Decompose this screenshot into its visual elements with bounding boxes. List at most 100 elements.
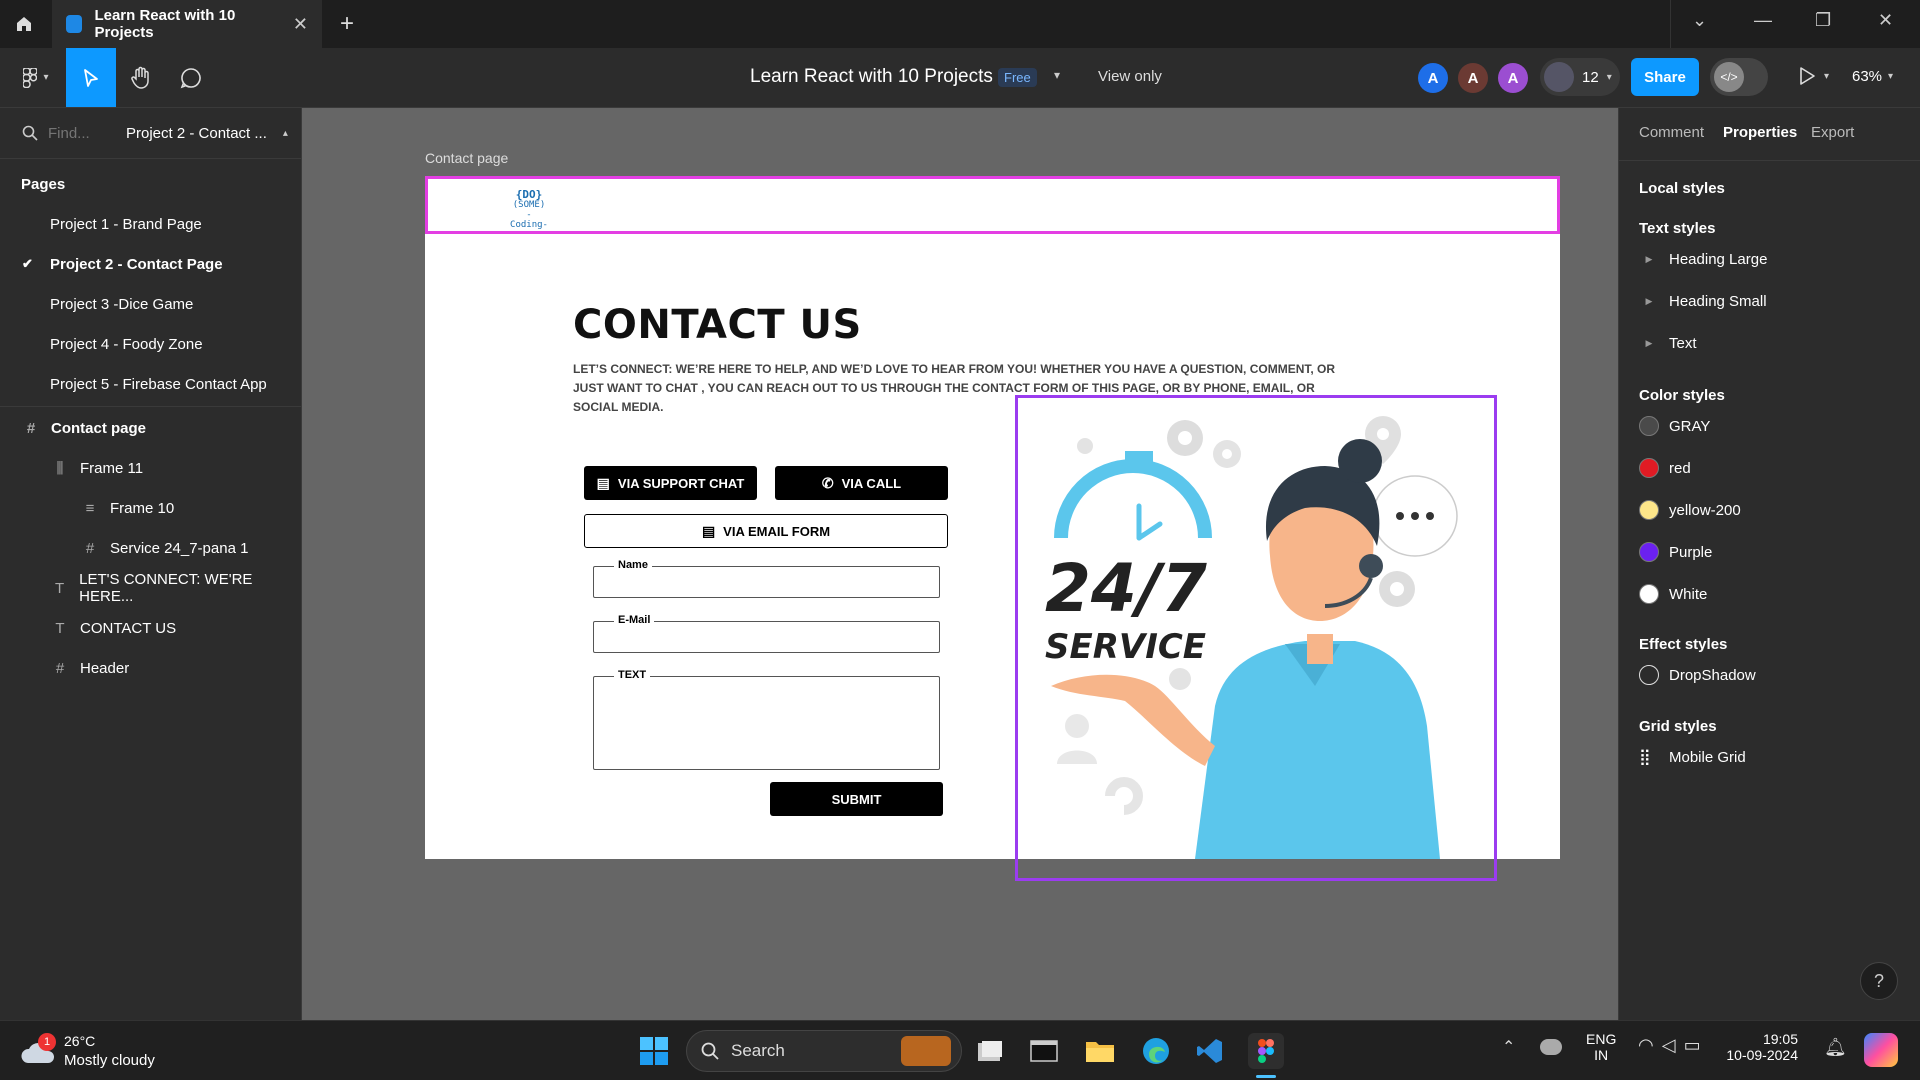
weather-widget[interactable]: 1 26°C Mostly cloudy [20, 1031, 180, 1071]
share-button[interactable]: Share [1631, 58, 1699, 96]
layer-row[interactable]: ≡ Frame 10 [0, 488, 301, 528]
layer-search[interactable]: Project 2 - Contact ... ▴ [0, 113, 301, 153]
vscode-app[interactable] [1192, 1033, 1228, 1069]
support-chat-button[interactable]: ▤ VIA SUPPORT CHAT [584, 466, 757, 500]
search-highlight-icon [901, 1036, 951, 1066]
effect-style-item[interactable]: DropShadow [1639, 660, 1909, 690]
email-form-button[interactable]: ▤ VIA EMAIL FORM [584, 514, 948, 548]
color-style-item[interactable]: red [1639, 453, 1909, 483]
file-menu-chevron-icon[interactable]: ▾ [1054, 68, 1060, 82]
style-label: Text [1669, 334, 1697, 352]
folder-icon [1086, 1042, 1114, 1062]
color-swatch [1639, 584, 1659, 604]
tab-title: Learn React with 10 Projects [94, 7, 236, 41]
color-style-item[interactable]: GRAY [1639, 411, 1909, 441]
caret-right-icon: ▶ [1645, 253, 1653, 264]
comment-tool-button[interactable] [166, 48, 216, 107]
volume-icon: ◁ [1661, 1035, 1684, 1055]
layer-label: Contact page [51, 419, 147, 437]
color-style-item[interactable]: White [1639, 579, 1909, 609]
current-page-selector[interactable]: Project 2 - Contact ... [126, 125, 267, 142]
help-button[interactable]: ? [1860, 962, 1898, 1000]
new-tab-button[interactable]: + [340, 10, 354, 38]
zoom-menu[interactable]: 63% ▾ [1852, 68, 1893, 85]
search-input[interactable] [48, 124, 108, 142]
file-tab[interactable]: Learn React with 10 Projects ✕ [52, 0, 322, 48]
figma-logo-icon [1258, 1039, 1274, 1063]
onedrive-icon[interactable] [1540, 1039, 1562, 1055]
time: 19:05 [1762, 1031, 1798, 1047]
page-item[interactable]: Project 4 - Foody Zone [0, 324, 301, 364]
chevron-up-icon[interactable]: ▴ [283, 128, 288, 139]
color-swatch [1639, 416, 1659, 436]
hand-tool-button[interactable] [116, 48, 166, 107]
layer-row[interactable]: ⫼ Frame 11 [0, 448, 301, 488]
email-field[interactable]: E-Mail [593, 614, 940, 653]
tab-comment[interactable]: Comment [1639, 124, 1704, 141]
caret-right-icon: ▶ [1645, 337, 1653, 348]
restore-button[interactable]: ❐ [1815, 10, 1831, 31]
page-item-selected[interactable]: ✔ Project 2 - Contact Page [0, 244, 301, 284]
layer-row[interactable]: # Service 24_7-pana 1 [0, 528, 301, 568]
layer-row[interactable]: T LET'S CONNECT: WE'RE HERE... [0, 568, 301, 608]
color-style-item[interactable]: yellow-200 [1639, 495, 1909, 525]
main-menu-button[interactable]: ▾ [8, 48, 64, 107]
effect-styles-heading: Effect styles [1639, 636, 1728, 653]
avatar[interactable]: A [1458, 63, 1488, 93]
call-button[interactable]: ✆ VIA CALL [775, 466, 948, 500]
edge-browser-app[interactable] [1138, 1033, 1174, 1069]
notifications-bell-icon[interactable]: 🔔︎ [1824, 1037, 1847, 1058]
move-tool-button[interactable] [66, 48, 116, 107]
avatar[interactable]: A [1498, 63, 1528, 93]
name-field[interactable]: Name [593, 559, 940, 598]
color-style-item[interactable]: Purple [1639, 537, 1909, 567]
copilot-icon[interactable] [1864, 1033, 1898, 1067]
text-layer-icon: T [55, 619, 65, 637]
minimize-button[interactable]: — [1754, 10, 1772, 31]
caret-right-icon: ▶ [1645, 295, 1653, 306]
layer-row[interactable]: # Header [0, 648, 301, 688]
language-indicator[interactable]: ENG IN [1586, 1031, 1616, 1063]
frame-icon: # [55, 659, 65, 677]
tabs-dropdown-icon[interactable]: ⌄ [1692, 10, 1707, 31]
present-button[interactable]: ▾ [1798, 66, 1829, 86]
submit-button[interactable]: SUBMIT [770, 782, 943, 816]
figma-app[interactable] [1248, 1033, 1284, 1069]
search-icon [22, 125, 38, 141]
file-explorer-app[interactable] [1082, 1033, 1118, 1069]
close-tab-icon[interactable]: ✕ [293, 14, 308, 35]
terminal-app[interactable] [1026, 1033, 1062, 1069]
frame-label[interactable]: Contact page [425, 150, 508, 166]
avatar[interactable]: A [1418, 63, 1448, 93]
grid-style-item[interactable]: ⣿ Mobile Grid [1639, 742, 1909, 772]
auto-layout-icon: ≡ [85, 499, 95, 517]
taskbar-search[interactable]: Search [686, 1030, 962, 1072]
text-style-item[interactable]: ▶ Text [1639, 328, 1909, 358]
start-button[interactable] [636, 1033, 672, 1069]
text-style-item[interactable]: ▶ Heading Large [1639, 244, 1909, 274]
collaborators-button[interactable]: 12 ▾ [1540, 58, 1620, 96]
text-field[interactable]: TEXT [593, 669, 940, 770]
close-window-button[interactable]: ✕ [1878, 10, 1893, 31]
system-tray-icons[interactable]: ◠◁▭ [1638, 1035, 1709, 1056]
button-label: VIA SUPPORT CHAT [617, 475, 745, 491]
page-item[interactable]: Project 5 - Firebase Contact App [0, 364, 301, 404]
page-item-label: Project 4 - Foody Zone [50, 335, 203, 353]
layer-row[interactable]: # Contact page [0, 408, 301, 448]
clock[interactable]: 19:05 10-09-2024 [1726, 1031, 1798, 1063]
tab-export[interactable]: Export [1811, 124, 1854, 141]
file-title[interactable]: Learn React with 10 Projects [750, 66, 993, 88]
text-style-item[interactable]: ▶ Heading Small [1639, 286, 1909, 316]
search-icon [701, 1042, 719, 1060]
dev-mode-toggle[interactable]: </> [1710, 58, 1768, 96]
play-icon [1800, 67, 1815, 85]
layer-row[interactable]: T CONTACT US [0, 608, 301, 648]
page-item[interactable]: Project 3 -Dice Game [0, 284, 301, 324]
home-button[interactable] [0, 0, 48, 48]
tab-properties[interactable]: Properties [1723, 124, 1797, 141]
task-view-button[interactable] [972, 1033, 1008, 1069]
page-item[interactable]: Project 1 - Brand Page [0, 204, 301, 244]
show-hidden-icons-button[interactable]: ⌃ [1502, 1037, 1515, 1057]
grid-icon: ⣿ [1639, 749, 1651, 766]
design-canvas[interactable]: Contact page {DO} (SOME) -Coding- CONTAC… [302, 108, 1618, 1020]
